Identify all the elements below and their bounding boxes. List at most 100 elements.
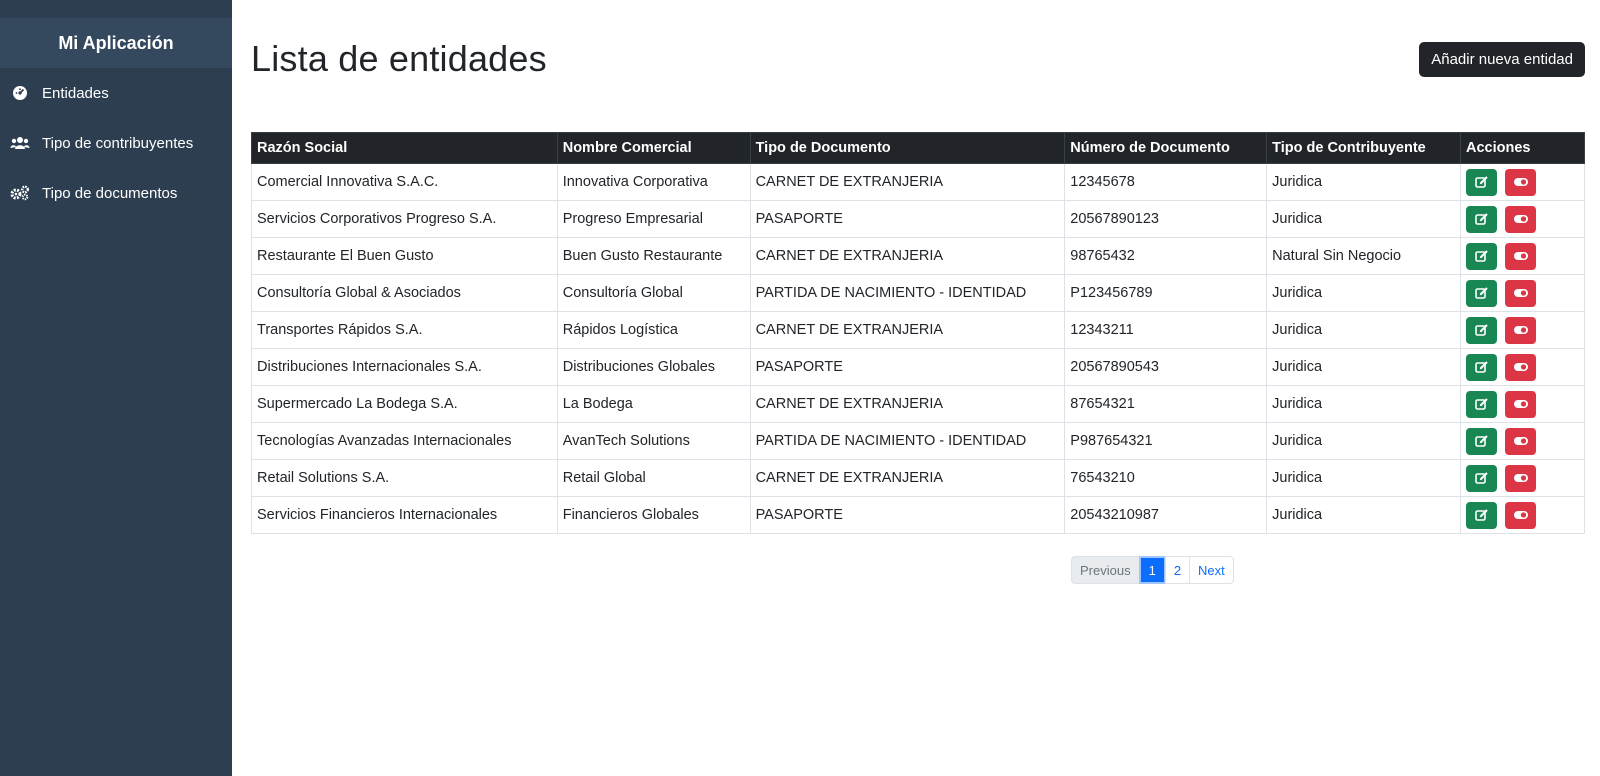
cell-acciones xyxy=(1460,422,1585,460)
edit-icon xyxy=(1474,286,1489,300)
cell-razon-social: Consultoría Global & Asociados xyxy=(251,274,558,312)
edit-button[interactable] xyxy=(1466,279,1497,307)
row-actions xyxy=(1466,390,1579,418)
table-header-row: Razón Social Nombre Comercial Tipo de Do… xyxy=(251,132,1585,164)
row-actions xyxy=(1466,242,1579,270)
toggle-delete-button[interactable] xyxy=(1505,427,1536,455)
edit-button[interactable] xyxy=(1466,390,1497,418)
table-row: Retail Solutions S.A. Retail Global CARNET… xyxy=(251,459,1585,497)
cell-nombre-comercial: Buen Gusto Restaurante xyxy=(556,237,751,275)
app-brand: Mi Aplicación xyxy=(0,18,232,68)
table-row: Restaurante El Buen Gusto Buen Gusto Rest… xyxy=(251,237,1585,275)
table-body: Comercial Innovativa S.A.C. Innovativa Co… xyxy=(251,163,1585,534)
cell-numero-documento: 20567890123 xyxy=(1064,200,1268,238)
edit-button[interactable] xyxy=(1466,205,1497,233)
toggle-delete-button[interactable] xyxy=(1505,205,1536,233)
pagination-next[interactable]: Next xyxy=(1189,556,1234,584)
sidebar-item-tipo-contribuyentes[interactable]: Tipo de contribuyentes xyxy=(0,118,232,168)
column-header-numero-documento: Número de Documento xyxy=(1064,132,1268,164)
toggle-delete-button[interactable] xyxy=(1505,279,1536,307)
dashboard-icon xyxy=(10,84,30,102)
row-actions xyxy=(1466,205,1579,233)
pagination-page-1[interactable]: 1 xyxy=(1138,556,1166,584)
sidebar-item-tipo-documentos[interactable]: Tipo de documentos xyxy=(0,168,232,218)
edit-button[interactable] xyxy=(1466,353,1497,381)
cell-nombre-comercial: Distribuciones Globales xyxy=(556,348,751,386)
cell-razon-social: Restaurante El Buen Gusto xyxy=(251,237,558,275)
cell-nombre-comercial: AvanTech Solutions xyxy=(556,422,751,460)
cell-tipo-documento: PASAPORTE xyxy=(749,496,1066,534)
edit-icon xyxy=(1474,434,1489,448)
toggle-icon xyxy=(1513,435,1529,447)
toggle-delete-button[interactable] xyxy=(1505,242,1536,270)
cell-acciones xyxy=(1460,237,1585,275)
cell-tipo-contribuyente: Juridica xyxy=(1266,385,1461,423)
cell-tipo-documento: PASAPORTE xyxy=(749,200,1066,238)
cell-razon-social: Comercial Innovativa S.A.C. xyxy=(251,163,558,201)
cell-razon-social: Supermercado La Bodega S.A. xyxy=(251,385,558,423)
row-actions xyxy=(1466,168,1579,196)
sidebar-item-label: Entidades xyxy=(42,84,109,102)
edit-button[interactable] xyxy=(1466,316,1497,344)
column-header-razon-social: Razón Social xyxy=(251,132,558,164)
cell-tipo-contribuyente: Juridica xyxy=(1266,422,1461,460)
edit-button[interactable] xyxy=(1466,168,1497,196)
pagination-page-2[interactable]: 2 xyxy=(1164,556,1191,584)
cell-acciones xyxy=(1460,274,1585,312)
toggle-delete-button[interactable] xyxy=(1505,501,1536,529)
toggle-icon xyxy=(1513,324,1529,336)
cell-tipo-documento: CARNET DE EXTRANJERIA xyxy=(749,385,1066,423)
cell-nombre-comercial: Progreso Empresarial xyxy=(556,200,751,238)
cell-tipo-contribuyente: Juridica xyxy=(1266,311,1461,349)
cell-razon-social: Retail Solutions S.A. xyxy=(251,459,558,497)
cell-tipo-contribuyente: Juridica xyxy=(1266,163,1461,201)
cell-numero-documento: 12345678 xyxy=(1064,163,1268,201)
column-header-nombre-comercial: Nombre Comercial xyxy=(556,132,751,164)
users-icon xyxy=(10,134,30,152)
cell-razon-social: Transportes Rápidos S.A. xyxy=(251,311,558,349)
cell-acciones xyxy=(1460,163,1585,201)
cell-nombre-comercial: Rápidos Logística xyxy=(556,311,751,349)
cell-acciones xyxy=(1460,348,1585,386)
edit-button[interactable] xyxy=(1466,501,1497,529)
cell-numero-documento: 76543210 xyxy=(1064,459,1268,497)
row-actions xyxy=(1466,316,1579,344)
cell-tipo-contribuyente: Juridica xyxy=(1266,348,1461,386)
sidebar-item-label: Tipo de contribuyentes xyxy=(42,134,194,152)
edit-icon xyxy=(1474,360,1489,374)
main-content: Lista de entidades Añadir nueva entidad … xyxy=(232,0,1600,776)
cell-tipo-contribuyente: Juridica xyxy=(1266,274,1461,312)
toggle-delete-button[interactable] xyxy=(1505,464,1536,492)
cell-numero-documento: 12343211 xyxy=(1064,311,1268,349)
pagination-previous[interactable]: Previous xyxy=(1071,556,1140,584)
toggle-delete-button[interactable] xyxy=(1505,353,1536,381)
edit-button[interactable] xyxy=(1466,242,1497,270)
cell-tipo-contribuyente: Natural Sin Negocio xyxy=(1266,237,1461,275)
cell-acciones xyxy=(1460,385,1585,423)
cell-acciones xyxy=(1460,311,1585,349)
page-title: Lista de entidades xyxy=(251,38,547,79)
edit-button[interactable] xyxy=(1466,427,1497,455)
row-actions xyxy=(1466,464,1579,492)
column-header-acciones: Acciones xyxy=(1460,132,1585,164)
cell-nombre-comercial: Retail Global xyxy=(556,459,751,497)
edit-button[interactable] xyxy=(1466,464,1497,492)
sidebar-item-label: Tipo de documentos xyxy=(42,184,178,202)
toggle-icon xyxy=(1513,472,1529,484)
cell-tipo-documento: PASAPORTE xyxy=(749,348,1066,386)
row-actions xyxy=(1466,501,1579,529)
toggle-delete-button[interactable] xyxy=(1505,168,1536,196)
table-row: Servicios Financieros Internacionales Fin… xyxy=(251,496,1585,534)
add-entity-button[interactable]: Añadir nueva entidad xyxy=(1419,42,1585,77)
row-actions xyxy=(1466,427,1579,455)
cell-numero-documento: 87654321 xyxy=(1064,385,1268,423)
cell-numero-documento: P123456789 xyxy=(1064,274,1268,312)
table-row: Comercial Innovativa S.A.C. Innovativa Co… xyxy=(251,163,1585,201)
cell-numero-documento: 20567890543 xyxy=(1064,348,1268,386)
toggle-icon xyxy=(1513,250,1529,262)
toggle-icon xyxy=(1513,213,1529,225)
sidebar-item-entidades[interactable]: Entidades xyxy=(0,68,232,118)
toggle-delete-button[interactable] xyxy=(1505,316,1536,344)
toggle-delete-button[interactable] xyxy=(1505,390,1536,418)
cell-tipo-documento: CARNET DE EXTRANJERIA xyxy=(749,237,1066,275)
